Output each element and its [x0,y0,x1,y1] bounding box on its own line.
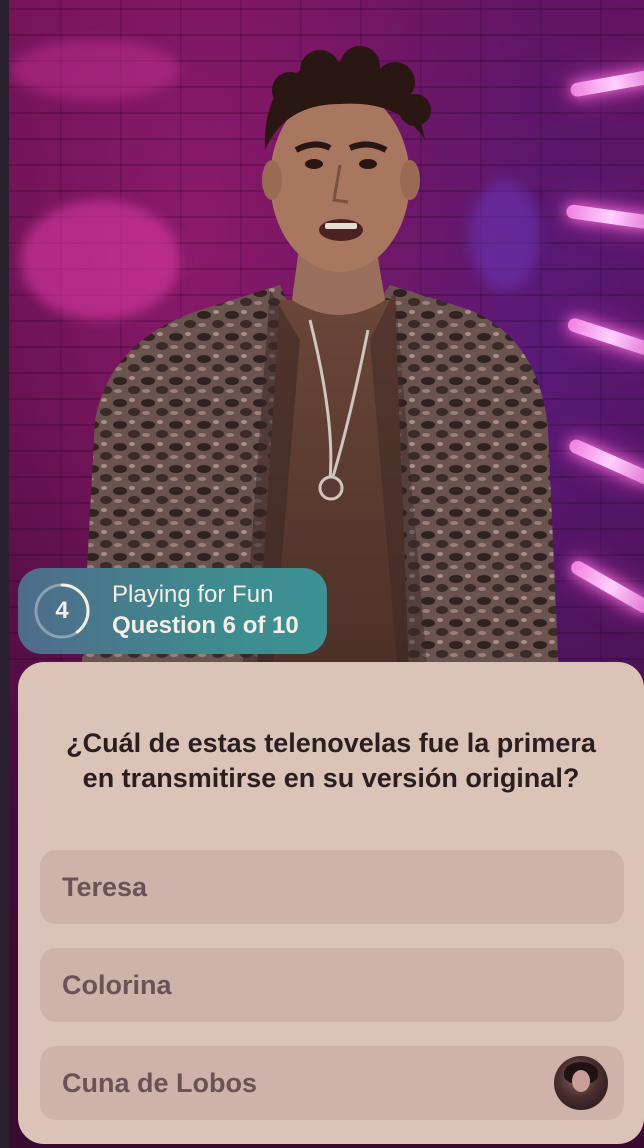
avatar-face [572,1070,590,1092]
question-card: ¿Cuál de estas telenovelas fue la primer… [18,662,644,1144]
game-mode-label: Playing for Fun [112,581,274,608]
countdown-timer: 4 [32,581,92,641]
answer-option-label: Teresa [62,871,148,902]
game-status-badge: 4 Playing for Fun Question 6 of 10 [18,568,327,654]
answer-option-label: Colorina [62,969,172,1000]
answer-option-cuna-de-lobos[interactable]: Cuna de Lobos [40,1046,624,1120]
hud-text: Playing for Fun Question 6 of 10 [112,580,299,642]
left-edge-strip [0,0,9,1148]
answer-option-teresa[interactable]: Teresa [40,850,624,924]
question-text: ¿Cuál de estas telenovelas fue la primer… [66,728,596,793]
answer-option-colorina[interactable]: Colorina [40,948,624,1022]
question-progress-label: Question 6 of 10 [112,612,299,639]
timer-value: 4 [55,597,69,624]
player-avatar [554,1056,608,1110]
answer-option-label: Cuna de Lobos [62,1067,257,1098]
quiz-screen: 4 Playing for Fun Question 6 of 10 ¿Cuál… [0,0,644,1148]
